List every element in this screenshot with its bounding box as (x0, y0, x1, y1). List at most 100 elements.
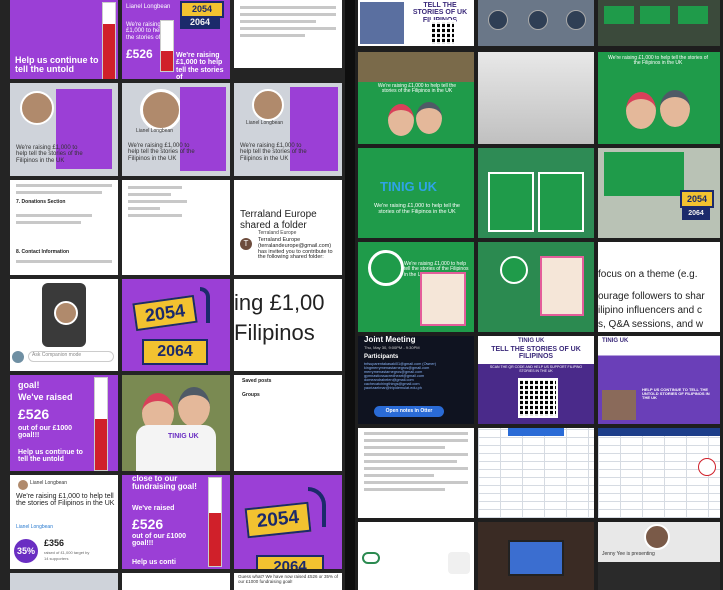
post-text: ourage followers to shar (598, 291, 705, 302)
child-photo (178, 387, 210, 427)
document-tile[interactable] (234, 0, 342, 68)
post-text: ing £1,00 (234, 290, 325, 315)
photo-tile[interactable]: close to our fundraising goal! We've rai… (122, 475, 230, 569)
tinig-logo: TINIG UK (602, 338, 629, 344)
video-call-tile[interactable]: Ask Companion mode (10, 279, 118, 371)
organiser-link[interactable]: Lianel Longbean (16, 524, 53, 530)
document-icon (234, 0, 235, 1)
avatar (140, 89, 182, 131)
tinig-logo: TINIG UK (380, 179, 438, 194)
document-tile[interactable] (358, 428, 474, 518)
photo-tile[interactable] (478, 242, 594, 332)
photo-tile[interactable]: We're raising £1,000 to help tell the st… (358, 52, 474, 144)
avatar (20, 91, 54, 125)
post-tile[interactable]: focus on a theme (e.g. ourage followers … (598, 242, 720, 332)
tinig-logo: TINIG UK (518, 338, 545, 344)
photo-tile[interactable]: TINIG UK We're raising £1,000 to help te… (358, 148, 474, 238)
video-call-tile[interactable] (478, 0, 594, 46)
raising-text: We're raising £1,000 to help tell the st… (374, 203, 460, 215)
companion-input[interactable]: Ask Companion mode (32, 352, 81, 358)
panel-divider (345, 0, 355, 590)
meeting-invite-tile[interactable]: Joint Meeting Thu, May 30, 9:00PM - 9:30… (358, 336, 474, 424)
number-sign: 2064 (256, 555, 324, 569)
post-text: Guess what? We have now raised £526 or 3… (238, 574, 338, 584)
thermometer-graphic (102, 2, 116, 79)
number-sign: 2054 (132, 294, 198, 332)
email-tile[interactable]: Terraland Europe shared a folder T Terra… (234, 180, 342, 275)
number-sign: 2064 (180, 16, 220, 29)
thermometer-graphic (94, 377, 108, 471)
help-text: HELP US CONTINUE TO TELL THE UNTOLD STOR… (642, 387, 710, 401)
thermometer-graphic (208, 477, 222, 567)
raising-text: We're raising £1,000 to help tell the st… (240, 143, 307, 162)
photo-tile[interactable]: Lianel Longbean We're raising £1,000 to … (234, 83, 342, 176)
number-sign: 2064 (682, 208, 710, 220)
photo-tile[interactable]: Lianel Longbean We're raising £1,000 to … (122, 83, 230, 176)
poster-tile[interactable]: TINIG UK TELL THE STORIES OF UK FILIPINO… (478, 336, 594, 424)
help-text: Help us conti (132, 559, 176, 566)
percent-badge: 35% (14, 539, 38, 563)
photo-tile[interactable]: 2054 2064 (122, 279, 230, 371)
sender-name: Terraland Europe (258, 230, 297, 236)
photo-tile[interactable]: We're raising £1,000 to help tell the st… (598, 52, 720, 144)
post-tile[interactable]: Guess what? We have now raised £526 or 3… (234, 573, 342, 590)
photo-tile[interactable]: We're raising £1,000 to help tell the st… (358, 242, 474, 332)
photo-tile[interactable]: TINIG UK (122, 375, 230, 471)
open-notes-button[interactable]: Open notes in Otter (374, 406, 444, 417)
photo-tile[interactable]: 2054 2064 Lianel Longbean We're raising … (122, 0, 230, 79)
number-sign: 2054 (244, 501, 312, 539)
groups-label[interactable]: Groups (242, 392, 260, 398)
photo-tile[interactable]: goal! We've raised £526 out of our £1000… (10, 375, 118, 471)
photo-tile[interactable] (10, 573, 118, 590)
document-tile[interactable]: 7. Donations Section 8. Contact Informat… (10, 180, 118, 275)
amount-text: £526 (126, 47, 153, 61)
goal-text: We're raising £1,000 to help tell the st… (176, 52, 224, 79)
poster-tile[interactable]: TINIG UK HELP US CONTINUE TO TELL THE UN… (598, 336, 720, 424)
video-call-tile[interactable]: Jenny Yee is presenting (598, 522, 720, 590)
help-text: Help us continue to tell the untold (15, 55, 99, 75)
amount-text: £526 (132, 516, 164, 532)
form-tile[interactable] (122, 180, 230, 275)
photo-tile[interactable]: 2054 2064 (234, 475, 342, 569)
avatar (252, 89, 284, 121)
avatar (54, 301, 78, 325)
goal-text: close to our fundraising goal! (132, 475, 197, 492)
photo-tile[interactable]: 2054 2064 (598, 148, 720, 238)
post-tile[interactable]: ing £1,00 Filipinos (234, 279, 342, 371)
photo-tile[interactable] (478, 148, 594, 238)
right-photo-panel: TELL THE STORIES OF UK FILIPINOS We're r… (355, 0, 723, 590)
meeting-title: Joint Meeting (364, 336, 416, 344)
campaigner-name: Lianel Longbean (246, 120, 283, 126)
poster-tile[interactable]: TELL THE STORIES OF UK FILIPINOS (358, 0, 474, 46)
post-text: s, Q&A sessions, and w (598, 319, 704, 330)
spreadsheet-tile[interactable] (598, 428, 720, 518)
fundraiser-tile[interactable]: Lianel Longbean We're raising £1,000 to … (10, 475, 118, 569)
tshirt-logo: TINIG UK (168, 433, 199, 440)
spreadsheet-tile[interactable] (478, 428, 594, 518)
amount-text: £526 (18, 406, 50, 422)
avatar (12, 351, 24, 363)
left-photo-panel: Help us continue to tell the untold 2054… (0, 0, 345, 590)
participant-email[interactable]: yaorizaelmar@tripidemulat.edu.ph (364, 386, 472, 390)
meeting-date: Thu, May 30, 9:00PM - 9:30PM (364, 345, 420, 350)
saved-posts-label[interactable]: Saved posts (242, 378, 271, 384)
screen-photo-tile[interactable] (478, 52, 594, 144)
video-call-tile[interactable] (598, 0, 720, 46)
thermometer-graphic (160, 20, 174, 72)
goal-text: goal! (18, 380, 40, 390)
post-text: focus on a theme (e.g. (598, 269, 698, 280)
section-heading: 7. Donations Section (16, 199, 66, 205)
photo-tile[interactable]: Help us continue to tell the untold (10, 0, 118, 79)
circled-photo (368, 250, 404, 286)
menu-tile[interactable]: Saved posts Groups (234, 375, 342, 471)
number-sign: 2054 (680, 190, 714, 208)
photo-tile[interactable] (122, 573, 230, 590)
post-text: Filipinos (234, 320, 315, 345)
photo-tile[interactable] (358, 522, 474, 590)
post-text: ilipino influencers and c (598, 305, 702, 316)
out-of-text: out of our £1000 goal!!! (132, 533, 187, 548)
laptop-photo-tile[interactable] (478, 522, 594, 590)
photo-tile[interactable]: We're raising £1,000 to help tell the st… (10, 83, 118, 176)
raised-amount: £356 (44, 538, 65, 548)
email-subject: Terraland Europe shared a folder (240, 209, 317, 231)
